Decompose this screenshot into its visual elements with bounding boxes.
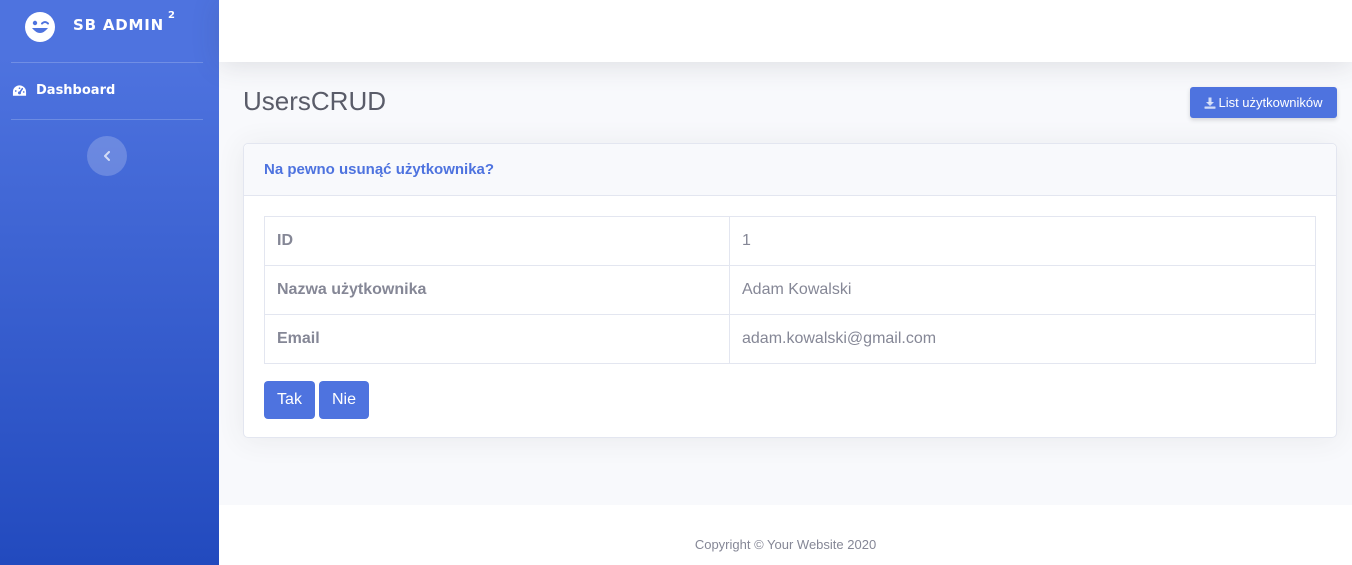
delete-confirm-card: Na pewno usunąć użytkownika? ID 1 Nazwa … [243, 143, 1337, 438]
card-title: Na pewno usunąć użytkownika? [264, 161, 495, 178]
row-value: 1 [729, 216, 1316, 266]
brand-name: SB ADMIN2 [73, 10, 176, 34]
download-icon [1204, 97, 1216, 109]
topbar [219, 0, 1352, 62]
sidebar-divider [11, 62, 203, 63]
table-row: Nazwa użytkownika Adam Kowalski [264, 265, 1316, 315]
user-detail-table: ID 1 Nazwa użytkownika Adam Kowalski Ema… [264, 216, 1316, 364]
list-users-label: List użytkowników [1218, 95, 1323, 110]
copyright-text: Copyright © Your Website 2020 [694, 537, 877, 552]
footer: Copyright © Your Website 2020 [219, 505, 1352, 565]
brand-superscript: 2 [167, 10, 176, 21]
row-value: Adam Kowalski [729, 265, 1316, 315]
sidebar-brand[interactable]: SB ADMIN2 [0, 0, 219, 52]
list-users-button[interactable]: List użytkowników [1190, 87, 1337, 118]
laugh-wink-icon [25, 12, 55, 42]
yes-button[interactable]: Tak [264, 381, 315, 419]
tachometer-icon [12, 85, 27, 96]
table-row: ID 1 [264, 216, 1316, 266]
row-label: Nazwa użytkownika [264, 265, 730, 315]
row-value: adam.kowalski@gmail.com [729, 314, 1316, 364]
row-label: Email [264, 314, 730, 364]
row-label: ID [264, 216, 730, 266]
chevron-left-icon [104, 151, 110, 161]
sidebar-item-label: Dashboard [36, 83, 116, 98]
sidebar: SB ADMIN2 Dashboard [0, 0, 219, 565]
card-header: Na pewno usunąć użytkownika? [244, 144, 1336, 196]
page-title: UsersCRUD [243, 86, 386, 116]
sidebar-toggle-button[interactable] [87, 136, 127, 176]
sidebar-item-dashboard[interactable]: Dashboard [0, 76, 219, 106]
table-row: Email adam.kowalski@gmail.com [264, 314, 1316, 364]
no-button[interactable]: Nie [319, 381, 369, 419]
sidebar-divider [11, 119, 203, 120]
